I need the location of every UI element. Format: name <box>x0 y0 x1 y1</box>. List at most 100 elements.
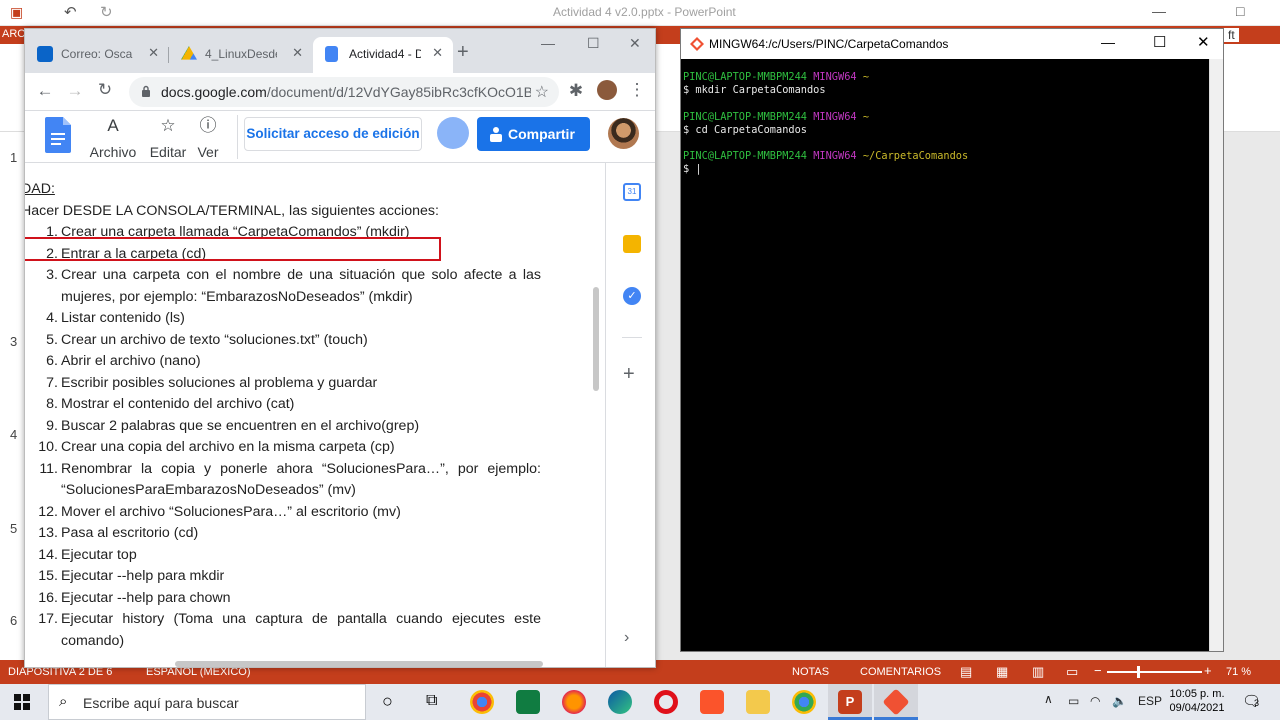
zoom-level[interactable]: 71 % <box>1226 666 1251 678</box>
comments-button[interactable]: COMENTARIOS <box>860 666 941 678</box>
new-tab-button[interactable]: + <box>457 41 469 64</box>
reload-icon[interactable]: ↻ <box>95 80 115 100</box>
menu-editar[interactable]: ☆ Editar <box>139 115 197 160</box>
maximize-icon[interactable]: □ <box>1236 3 1244 19</box>
tab-correo[interactable]: Correo: Oscar S ✕ <box>25 37 169 73</box>
tab-docs[interactable]: Actividad4 - Do ✕ <box>313 37 453 73</box>
search-icon: ⌕ <box>59 693 68 710</box>
keep-icon[interactable] <box>623 235 641 253</box>
powerpoint-icon[interactable]: P <box>838 690 862 714</box>
slide-number[interactable]: 3 <box>10 334 17 349</box>
brave-icon[interactable] <box>700 690 724 714</box>
terminal-scrollbar[interactable] <box>1209 59 1223 651</box>
side-separator <box>622 337 642 338</box>
maximize-icon[interactable]: ☐ <box>587 35 600 52</box>
tasks-icon[interactable]: ✓ <box>623 287 641 305</box>
task-number: 12. <box>38 503 58 520</box>
vertical-scrollbar[interactable] <box>593 287 599 391</box>
command-line: $ cd CarpetaComandos <box>683 124 1209 137</box>
task-text: Escribir posibles soluciones al problema… <box>61 374 378 391</box>
task-item: 17. Ejecutar history (Toma una captura de… <box>25 609 541 652</box>
minimize-icon[interactable]: — <box>1152 3 1166 19</box>
extensions-icon[interactable]: ✱ <box>566 81 586 101</box>
task-text: Renombrar la copia y ponerle ahora “Solu… <box>61 460 541 499</box>
battery-icon[interactable]: ▭ <box>1068 694 1079 708</box>
save-icon[interactable]: ▣ <box>10 4 23 21</box>
slide-number[interactable]: 4 <box>10 427 17 442</box>
task-text: Mover el archivo “SolucionesPara…” al es… <box>61 503 401 520</box>
terminal-output[interactable]: PINC@LAPTOP-MMBPM244 MINGW64 ~ $ mkdir Ca… <box>683 71 1209 177</box>
menu-archivo[interactable]: A Archivo <box>87 115 139 160</box>
notes-button[interactable]: NOTAS <box>792 666 829 678</box>
calendar-icon[interactable]: 31 <box>623 183 641 201</box>
add-addon-icon[interactable]: + <box>623 363 635 386</box>
file-explorer-icon[interactable] <box>746 690 770 714</box>
input-language[interactable]: ESP <box>1138 694 1162 708</box>
undo-icon[interactable]: ↶ <box>64 3 77 21</box>
profile-avatar[interactable] <box>597 80 617 100</box>
close-tab-icon[interactable]: ✕ <box>292 45 303 61</box>
chrome-icon[interactable] <box>470 690 494 714</box>
windows-start-icon[interactable] <box>14 694 30 710</box>
minimize-icon[interactable]: — <box>1101 34 1115 50</box>
normal-view-icon[interactable]: ▤ <box>960 664 972 680</box>
task-view-icon[interactable]: ⧉ <box>426 692 437 710</box>
firefox-icon[interactable] <box>562 690 586 714</box>
text-format-icon: A <box>107 116 119 135</box>
slide-number[interactable]: 5 <box>10 521 17 536</box>
chrome-profile-icon[interactable] <box>792 690 816 714</box>
address-bar[interactable]: docs.google.com/document/d/12VdYGay85ibR… <box>129 77 559 107</box>
sheets-app-icon[interactable] <box>516 690 540 714</box>
prompt-env: MINGW64 <box>813 150 857 163</box>
task-number: 11. <box>39 460 58 477</box>
edge-icon[interactable] <box>608 690 632 714</box>
chevron-up-icon[interactable]: ∧ <box>1044 692 1053 706</box>
redo-icon[interactable]: ↻ <box>100 3 113 21</box>
system-clock[interactable]: 10:05 p. m. 09/04/2021 <box>1166 687 1228 715</box>
zoom-in-icon[interactable]: + <box>1204 663 1212 678</box>
taskbar-search[interactable]: ⌕ Escribe aquí para buscar <box>48 684 366 720</box>
slide-number[interactable]: 1 <box>10 150 17 165</box>
slideshow-icon[interactable]: ▭ <box>1066 664 1078 680</box>
forward-icon[interactable]: → <box>65 81 85 101</box>
avatar[interactable] <box>608 118 639 149</box>
back-icon[interactable]: ← <box>35 81 55 101</box>
close-window-icon[interactable]: ✕ <box>629 35 641 52</box>
task-number: 13. <box>38 525 58 541</box>
request-edit-access-button[interactable]: Solicitar acceso de edición <box>244 117 422 151</box>
reading-view-icon[interactable]: ▥ <box>1032 664 1044 680</box>
menu-label: Ver <box>197 144 219 160</box>
prompt-user: PINC@LAPTOP-MMBPM244 <box>683 71 807 83</box>
close-window-icon[interactable]: ✕ <box>1197 33 1210 51</box>
meet-icon[interactable] <box>437 117 469 149</box>
tab-label: Correo: Oscar S <box>61 47 133 61</box>
zoom-slider-thumb[interactable] <box>1137 666 1140 678</box>
menu-kebab-icon[interactable]: ⋮ <box>627 80 647 100</box>
info-icon: ⓘ <box>199 116 217 135</box>
task-text: Crear una carpeta con el nombre de una s… <box>61 267 541 305</box>
task-text: Ejecutar --help para chown <box>61 589 231 606</box>
tab-archivo[interactable]: ARC <box>2 28 25 40</box>
cortana-icon[interactable]: ○ <box>382 691 393 712</box>
maximize-icon[interactable]: ☐ <box>1153 33 1166 51</box>
chevron-right-icon[interactable]: › <box>624 629 629 647</box>
tab-drive[interactable]: 4_LinuxDesdeLa ✕ <box>169 37 313 73</box>
opera-icon[interactable] <box>654 690 678 714</box>
volume-icon[interactable]: 🔈 <box>1112 694 1127 708</box>
google-docs-logo[interactable] <box>45 117 71 153</box>
minimize-icon[interactable]: — <box>541 35 555 51</box>
zoom-slider[interactable] <box>1107 671 1202 673</box>
wifi-icon[interactable]: ◠ <box>1090 694 1100 708</box>
menu-ver[interactable]: ⓘ Ver <box>191 115 225 160</box>
share-button[interactable]: Compartir <box>477 117 590 151</box>
slide-number[interactable]: 6 <box>10 613 17 628</box>
slide-sorter-icon[interactable]: ▦ <box>996 664 1008 680</box>
bookmark-star-icon[interactable]: ☆ <box>535 82 549 102</box>
close-tab-icon[interactable]: ✕ <box>432 45 443 61</box>
notification-count: 3 <box>1254 698 1260 708</box>
horizontal-scrollbar[interactable] <box>175 661 543 667</box>
close-tab-icon[interactable]: ✕ <box>148 45 159 61</box>
zoom-out-icon[interactable]: − <box>1094 663 1102 678</box>
